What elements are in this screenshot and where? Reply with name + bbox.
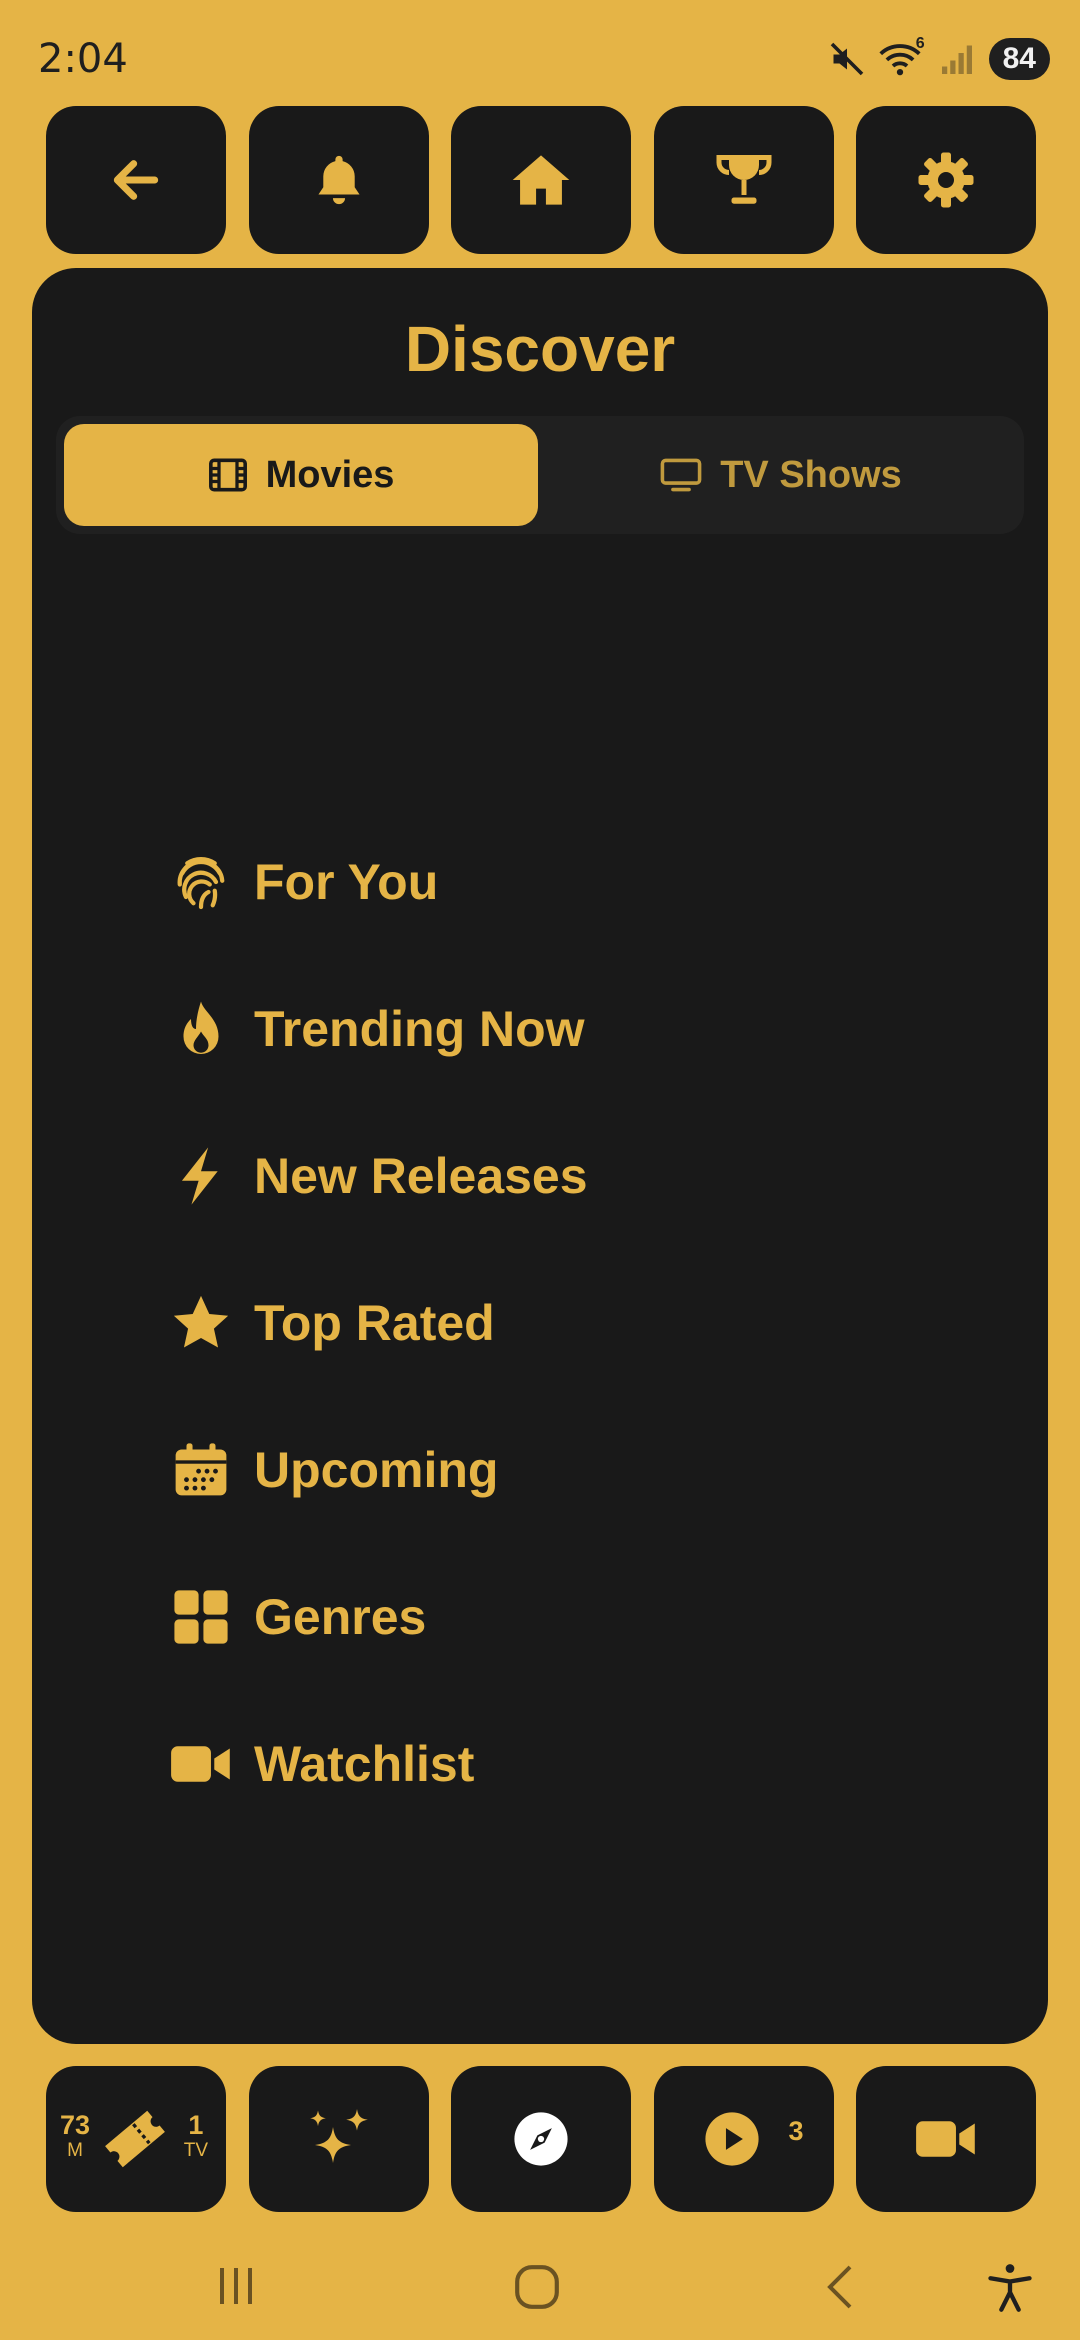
home-icon — [512, 155, 570, 205]
menu-item-label: Upcoming — [254, 1441, 499, 1498]
sparkles-icon — [309, 2109, 368, 2163]
sparkles-button[interactable] — [248, 2066, 429, 2212]
home-button[interactable] — [451, 106, 631, 254]
playing-count: 3 — [788, 2116, 804, 2146]
play-circle-icon — [704, 2112, 759, 2166]
menu-item-new-releases[interactable]: New Releases — [170, 1102, 588, 1249]
back-button[interactable] — [46, 106, 226, 254]
bell-icon — [317, 155, 360, 205]
grid-icon — [170, 1586, 232, 1648]
back-arrow-icon — [113, 160, 159, 200]
tab-tv-shows-label: TV Shows — [720, 453, 902, 496]
menu-item-label: Top Rated — [254, 1294, 495, 1351]
wifi-badge: 6 — [915, 35, 925, 52]
discover-compass-button[interactable] — [451, 2066, 631, 2212]
bottom-nav: 73 M 1 TV 3 — [46, 2066, 1036, 2212]
video-button[interactable] — [856, 2066, 1036, 2212]
battery-badge: 84 — [988, 38, 1050, 80]
signal-icon — [941, 45, 972, 74]
tab-movies[interactable]: Movies — [64, 424, 538, 526]
menu-item-label: Trending Now — [254, 1000, 585, 1057]
video-camera-icon — [916, 2121, 975, 2157]
menu-item-upcoming[interactable]: Upcoming — [170, 1396, 588, 1543]
status-icons: 6 84 — [829, 35, 1050, 80]
ticket-icon — [105, 2110, 165, 2168]
menu-item-label: Genres — [254, 1588, 427, 1645]
tab-movies-label: Movies — [265, 453, 395, 496]
now-playing-button[interactable]: 3 — [653, 2066, 834, 2212]
calendar-icon — [170, 1439, 232, 1501]
home-circle-icon[interactable] — [512, 2262, 562, 2312]
settings-button[interactable] — [856, 106, 1036, 254]
menu-item-for-you[interactable]: For You — [170, 808, 588, 955]
lightning-icon — [170, 1145, 232, 1207]
trophy-button[interactable] — [653, 106, 834, 254]
film-icon — [208, 458, 247, 492]
status-bar: 2:04 6 84 — [0, 0, 1080, 110]
movies-count-group: 73 M — [60, 2110, 90, 2162]
trophy-icon — [716, 155, 771, 204]
tab-tv-shows[interactable]: TV Shows — [546, 424, 1016, 526]
accessibility-icon[interactable] — [984, 2260, 1036, 2316]
tv-count: 1 — [188, 2110, 204, 2140]
top-nav — [46, 106, 1036, 254]
discover-menu: For You Trending Now New Releases Top Ra… — [170, 808, 588, 1837]
fingerprint-icon — [170, 851, 232, 913]
video-camera-icon — [170, 1733, 232, 1795]
tv-icon — [660, 458, 702, 492]
menu-item-trending-now[interactable]: Trending Now — [170, 955, 588, 1102]
menu-item-genres[interactable]: Genres — [170, 1543, 588, 1690]
page-title: Discover — [404, 313, 676, 385]
menu-item-label: Watchlist — [254, 1735, 475, 1792]
tv-unit: TV — [183, 2140, 208, 2161]
tv-count-group: 1 TV — [184, 2110, 208, 2162]
compass-icon — [514, 2112, 568, 2166]
discover-panel: Discover Movies TV Shows For You Trendin… — [32, 268, 1048, 2044]
flame-icon — [170, 998, 232, 1060]
status-time: 2:04 — [38, 36, 128, 82]
system-nav-bar — [0, 2232, 1080, 2340]
system-back-icon[interactable] — [818, 2262, 866, 2312]
menu-item-top-rated[interactable]: Top Rated — [170, 1249, 588, 1396]
movies-unit: M — [67, 2140, 83, 2161]
tickets-button[interactable]: 73 M 1 TV — [46, 2066, 226, 2212]
mute-icon — [830, 42, 863, 76]
movies-count: 73 — [60, 2110, 91, 2140]
menu-item-watchlist[interactable]: Watchlist — [170, 1690, 588, 1837]
menu-item-label: For You — [254, 853, 439, 910]
recent-apps-icon[interactable] — [212, 2262, 260, 2310]
media-type-toggle: Movies TV Shows — [56, 416, 1024, 534]
star-icon — [170, 1292, 232, 1354]
wifi-icon: 6 — [879, 35, 925, 77]
menu-item-label: New Releases — [254, 1147, 588, 1204]
notifications-button[interactable] — [248, 106, 429, 254]
gear-icon — [918, 152, 974, 208]
